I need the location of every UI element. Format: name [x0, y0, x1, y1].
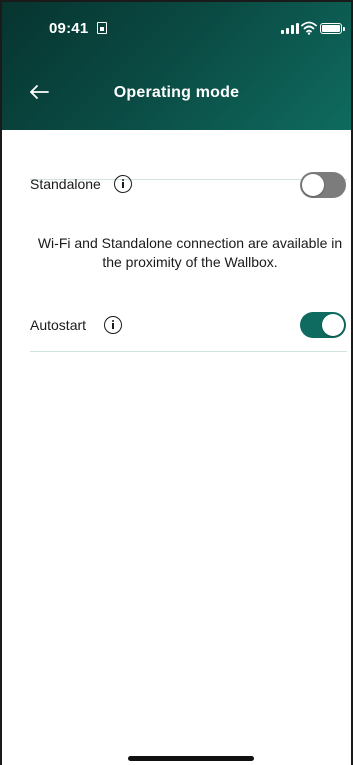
phone-screen: 09:41 Operating mode Standalone Wi-Fi an… — [0, 0, 353, 765]
connection-note: Wi-Fi and Standalone connection are avai… — [37, 235, 343, 270]
setting-row-standalone: Standalone — [30, 130, 347, 198]
setting-row-autostart: Autostart — [30, 302, 347, 352]
app-header: 09:41 Operating mode — [2, 2, 351, 130]
toggle-knob — [322, 314, 344, 336]
setting-label-autostart: Autostart — [30, 317, 87, 333]
wifi-icon — [301, 21, 317, 35]
cellular-signal-icon — [281, 23, 299, 34]
info-icon[interactable] — [104, 316, 122, 334]
autostart-toggle[interactable] — [300, 312, 346, 338]
sim-card-icon — [97, 22, 107, 34]
home-indicator[interactable] — [128, 756, 254, 761]
battery-icon — [320, 23, 345, 34]
status-bar: 09:41 — [2, 2, 351, 42]
status-time: 09:41 — [49, 20, 89, 37]
page-title: Operating mode — [113, 84, 240, 101]
toggle-knob — [302, 174, 324, 196]
info-icon[interactable] — [114, 175, 132, 193]
standalone-toggle[interactable] — [300, 172, 346, 198]
setting-label-standalone: Standalone — [30, 176, 101, 192]
